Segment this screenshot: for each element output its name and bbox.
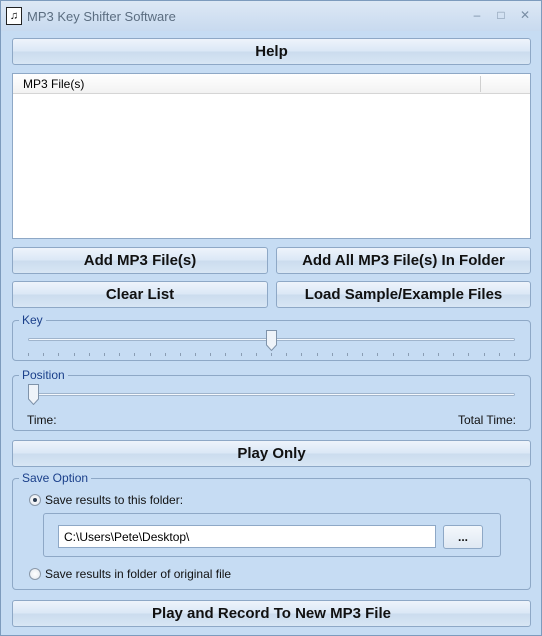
slider-tick [89,353,90,356]
save-to-folder-radio[interactable] [29,494,41,506]
mp3-file-list[interactable]: MP3 File(s) [12,73,531,239]
slider-tick [286,353,287,356]
folder-path-input[interactable]: C:\Users\Pete\Desktop\ [58,525,436,548]
slider-tick [468,353,469,356]
key-group: Key [12,313,531,361]
browse-folder-button[interactable]: ... [443,525,483,549]
column-header-mp3-files[interactable]: MP3 File(s) [23,77,84,91]
minimize-button[interactable]: – [469,8,485,22]
play-and-record-button[interactable]: Play and Record To New MP3 File [12,600,531,627]
slider-tick [210,353,211,356]
slider-tick [393,353,394,356]
slider-tick [43,353,44,356]
save-option-group-label: Save Option [19,471,92,485]
slider-tick [499,353,500,356]
slider-tick [241,353,242,356]
slider-tick [362,353,363,356]
load-sample-button[interactable]: Load Sample/Example Files [276,281,531,308]
position-group: Position Time: Total Time: [12,368,531,431]
title-bar[interactable]: ♫ MP3 Key Shifter Software – □ ✕ [1,1,541,31]
slider-tick [438,353,439,356]
slider-tick [347,353,348,356]
add-mp3-files-button[interactable]: Add MP3 File(s) [12,247,268,274]
save-to-original-radio[interactable] [29,568,41,580]
slider-tick [317,353,318,356]
slider-tick [271,353,272,356]
window-title: MP3 Key Shifter Software [27,9,176,24]
slider-tick [180,353,181,356]
add-folder-button[interactable]: Add All MP3 File(s) In Folder [276,247,531,274]
folder-path-box: C:\Users\Pete\Desktop\ ... [43,513,501,557]
slider-tick [58,353,59,356]
save-to-original-label[interactable]: Save results in folder of original file [45,567,231,581]
slider-tick [104,353,105,356]
client-area: Help MP3 File(s) Add MP3 File(s) Add All… [1,31,541,635]
slider-tick [225,353,226,356]
position-slider-thumb[interactable] [28,384,39,405]
slider-tick [377,353,378,356]
play-only-button[interactable]: Play Only [12,440,531,467]
column-separator[interactable] [480,76,481,92]
position-slider-track[interactable] [28,393,515,396]
slider-tick [28,353,29,356]
slider-tick [514,353,515,356]
slider-tick [195,353,196,356]
slider-tick [484,353,485,356]
clear-list-button[interactable]: Clear List [12,281,268,308]
slider-tick [74,353,75,356]
list-header: MP3 File(s) [13,74,530,94]
key-group-label: Key [19,313,46,327]
slider-tick [423,353,424,356]
total-time-label: Total Time: [457,413,516,427]
maximize-button[interactable]: □ [493,8,509,22]
slider-tick [453,353,454,356]
help-button[interactable]: Help [12,38,531,65]
save-option-group: Save Option Save results to this folder:… [12,471,531,590]
app-logo-icon: ♫ [6,7,22,25]
close-button[interactable]: ✕ [517,8,533,22]
slider-tick [256,353,257,356]
time-label: Time: [27,413,57,427]
slider-tick [408,353,409,356]
slider-tick [332,353,333,356]
slider-tick [134,353,135,356]
key-slider-thumb[interactable] [266,330,277,351]
radio-selected-dot [33,498,37,502]
slider-tick [150,353,151,356]
app-window: ♫ MP3 Key Shifter Software – □ ✕ Help MP… [0,0,542,636]
save-to-folder-label[interactable]: Save results to this folder: [45,493,183,507]
slider-tick [301,353,302,356]
position-group-label: Position [19,368,68,382]
slider-tick [119,353,120,356]
slider-tick [165,353,166,356]
